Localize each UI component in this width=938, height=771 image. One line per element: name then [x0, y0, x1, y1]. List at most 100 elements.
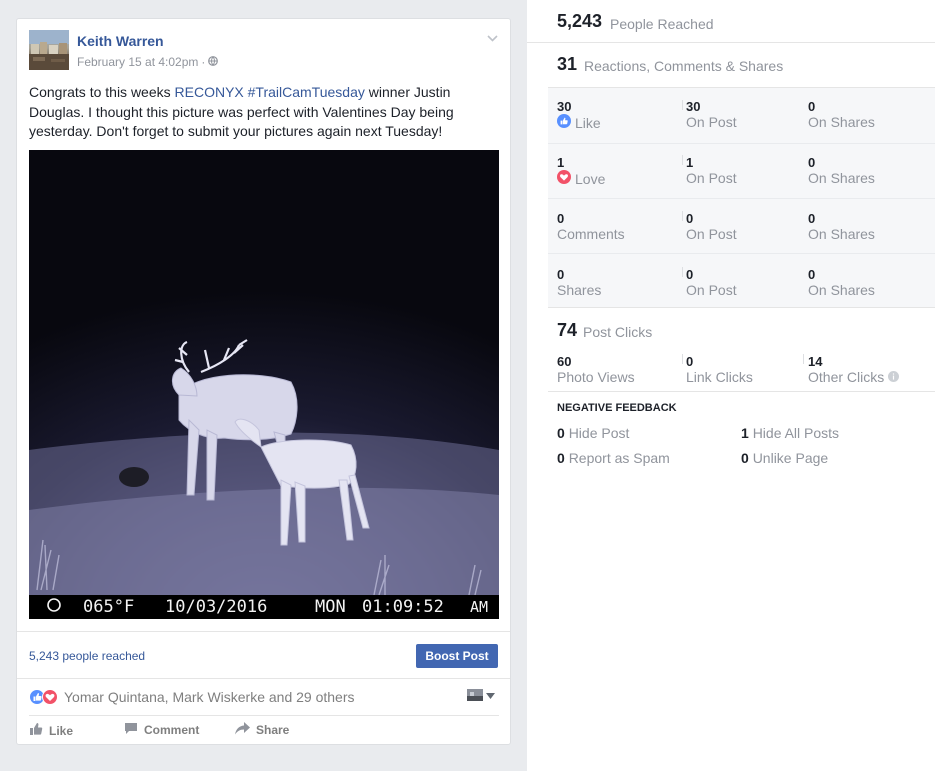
- love-icon: [557, 170, 571, 187]
- shares-on-post-value: 0: [686, 267, 694, 282]
- other-clicks-label: Other Clicks: [808, 369, 885, 385]
- like-on-shares-value: 0: [808, 99, 816, 114]
- reach-row: 5,243 people reached Boost Post: [17, 631, 510, 679]
- report-spam-value: 0: [557, 450, 565, 466]
- info-icon[interactable]: [888, 369, 900, 385]
- unlike-page-label: Unlike Page: [752, 450, 829, 466]
- like-on-shares-label: On Shares: [808, 114, 875, 130]
- unlike-page-value: 0: [741, 450, 749, 466]
- love-total-value: 1: [557, 155, 565, 170]
- like-icon: [557, 114, 571, 131]
- reaction-icons[interactable]: [29, 689, 63, 705]
- share-action-button[interactable]: Share: [235, 722, 289, 738]
- trail-cam-stamp: 065°F 10/03/2016 MON 01:09:52 AM: [29, 595, 499, 619]
- comments-on-post-cell: 0 On Post: [686, 211, 796, 242]
- engagement-label: Reactions, Comments & Shares: [584, 58, 784, 74]
- negative-feedback-title: NEGATIVE FEEDBACK: [557, 402, 677, 414]
- engagement-value: 31: [557, 54, 578, 74]
- stamp-date: 10/03/2016: [165, 597, 268, 617]
- hide-all-posts-value: 1: [741, 425, 749, 441]
- like-on-post-value: 30: [686, 99, 701, 114]
- post-text-before: Congrats to this weeks: [29, 84, 175, 100]
- love-on-post-label: On Post: [686, 170, 737, 186]
- shares-on-shares-value: 0: [808, 267, 816, 282]
- comments-on-shares-label: On Shares: [808, 226, 875, 242]
- post-actions: Like Comment Share: [29, 716, 499, 744]
- post-timestamp[interactable]: February 15 at 4:02pm: [77, 55, 198, 69]
- stamp-day: MON: [315, 597, 346, 617]
- comment-action-button[interactable]: Comment: [124, 722, 199, 738]
- like-action-button[interactable]: Like: [29, 722, 73, 739]
- other-clicks-label-row: Other Clicks: [808, 369, 935, 385]
- unlike-page-stat: 0 Unlike Page: [741, 450, 828, 466]
- love-on-shares-label: On Shares: [808, 170, 875, 186]
- post-clicks-section: 74 Post Clicks 60 Photo Views 0 Link Cli…: [548, 318, 935, 392]
- like-on-post-cell: 30 On Post: [686, 99, 796, 130]
- grid-divider: [548, 143, 935, 144]
- comments-label: Comments: [557, 226, 625, 242]
- comment-action-label: Comment: [144, 723, 200, 737]
- photo-views-label: Photo Views: [557, 369, 635, 385]
- report-spam-label: Report as Spam: [568, 450, 670, 466]
- link-clicks-label: Link Clicks: [686, 369, 753, 385]
- reactions-summary: Yomar Quintana, Mark Wiskerke and 29 oth…: [29, 679, 499, 716]
- author-name[interactable]: Keith Warren: [77, 33, 164, 49]
- people-reached-link[interactable]: 5,243 people reached: [29, 649, 145, 663]
- comments-total-cell: 0 Comments: [557, 211, 667, 242]
- column-separator: [682, 155, 683, 165]
- globe-icon: [208, 55, 219, 69]
- love-total-cell: 1 Love: [557, 155, 667, 187]
- stamp-ampm: AM: [470, 598, 489, 616]
- reaction-names-link[interactable]: Yomar Quintana, Mark Wiskerke and 29 oth…: [64, 689, 355, 705]
- trail-cam-photo[interactable]: 065°F 10/03/2016 MON 01:09:52 AM: [29, 150, 499, 619]
- hide-all-posts-stat: 1 Hide All Posts: [741, 425, 839, 441]
- like-label: Like: [575, 114, 601, 131]
- meta-separator: ·: [201, 55, 206, 69]
- column-separator: [682, 354, 683, 364]
- page-link-reconyx[interactable]: RECONYX: [175, 84, 244, 100]
- shares-on-post-cell: 0 On Post: [686, 267, 796, 298]
- other-clicks-value: 14: [808, 354, 823, 369]
- love-label: Love: [575, 170, 606, 187]
- shares-on-post-label: On Post: [686, 282, 737, 298]
- comment-bubble-icon: [124, 722, 138, 738]
- love-on-post-value: 1: [686, 155, 694, 170]
- hide-all-posts-label: Hide All Posts: [752, 425, 840, 441]
- post-options-chevron-icon[interactable]: [487, 33, 498, 45]
- post-meta: February 15 at 4:02pm ·: [77, 55, 219, 69]
- shares-total-cell: 0 Shares: [557, 267, 667, 298]
- post-text: Congrats to this weeks RECONYX #TrailCam…: [29, 83, 499, 142]
- people-reached-row: 5,243 People Reached: [527, 0, 935, 43]
- shares-label: Shares: [557, 282, 602, 298]
- comments-on-post-value: 0: [686, 211, 694, 226]
- love-on-shares-cell: 0 On Shares: [808, 155, 918, 186]
- author-avatar[interactable]: [29, 30, 69, 70]
- people-reached-value: 5,243: [557, 11, 603, 31]
- love-on-shares-value: 0: [808, 155, 816, 170]
- share-arrow-icon: [235, 722, 250, 738]
- hashtag-link[interactable]: #TrailCamTuesday: [248, 84, 365, 100]
- shares-on-shares-label: On Shares: [808, 282, 875, 298]
- column-separator: [682, 100, 683, 110]
- post-clicks-value: 74: [557, 320, 578, 340]
- like-total-cell: 30 Like: [557, 99, 667, 131]
- link-clicks-cell: 0 Link Clicks: [686, 354, 796, 385]
- comments-on-post-label: On Post: [686, 226, 737, 242]
- hide-post-value: 0: [557, 425, 565, 441]
- view-as-selector[interactable]: [467, 689, 495, 703]
- love-reaction-icon: [42, 689, 58, 705]
- love-on-post-cell: 1 On Post: [686, 155, 796, 186]
- like-on-shares-cell: 0 On Shares: [808, 99, 918, 130]
- boost-post-button[interactable]: Boost Post: [416, 644, 498, 668]
- report-spam-stat: 0 Report as Spam: [557, 450, 670, 466]
- moon-icon: [47, 597, 61, 618]
- post-card: Keith Warren February 15 at 4:02pm · Con…: [16, 18, 511, 745]
- engagement-row: 31 Reactions, Comments & Shares: [527, 43, 935, 87]
- grid-divider: [548, 253, 935, 254]
- column-separator: [682, 211, 683, 221]
- hide-post-stat: 0 Hide Post: [557, 425, 629, 441]
- like-total-value: 30: [557, 99, 572, 114]
- photo-views-cell: 60 Photo Views: [557, 354, 667, 385]
- page-thumbnail-icon: [467, 689, 483, 703]
- shares-on-shares-cell: 0 On Shares: [808, 267, 918, 298]
